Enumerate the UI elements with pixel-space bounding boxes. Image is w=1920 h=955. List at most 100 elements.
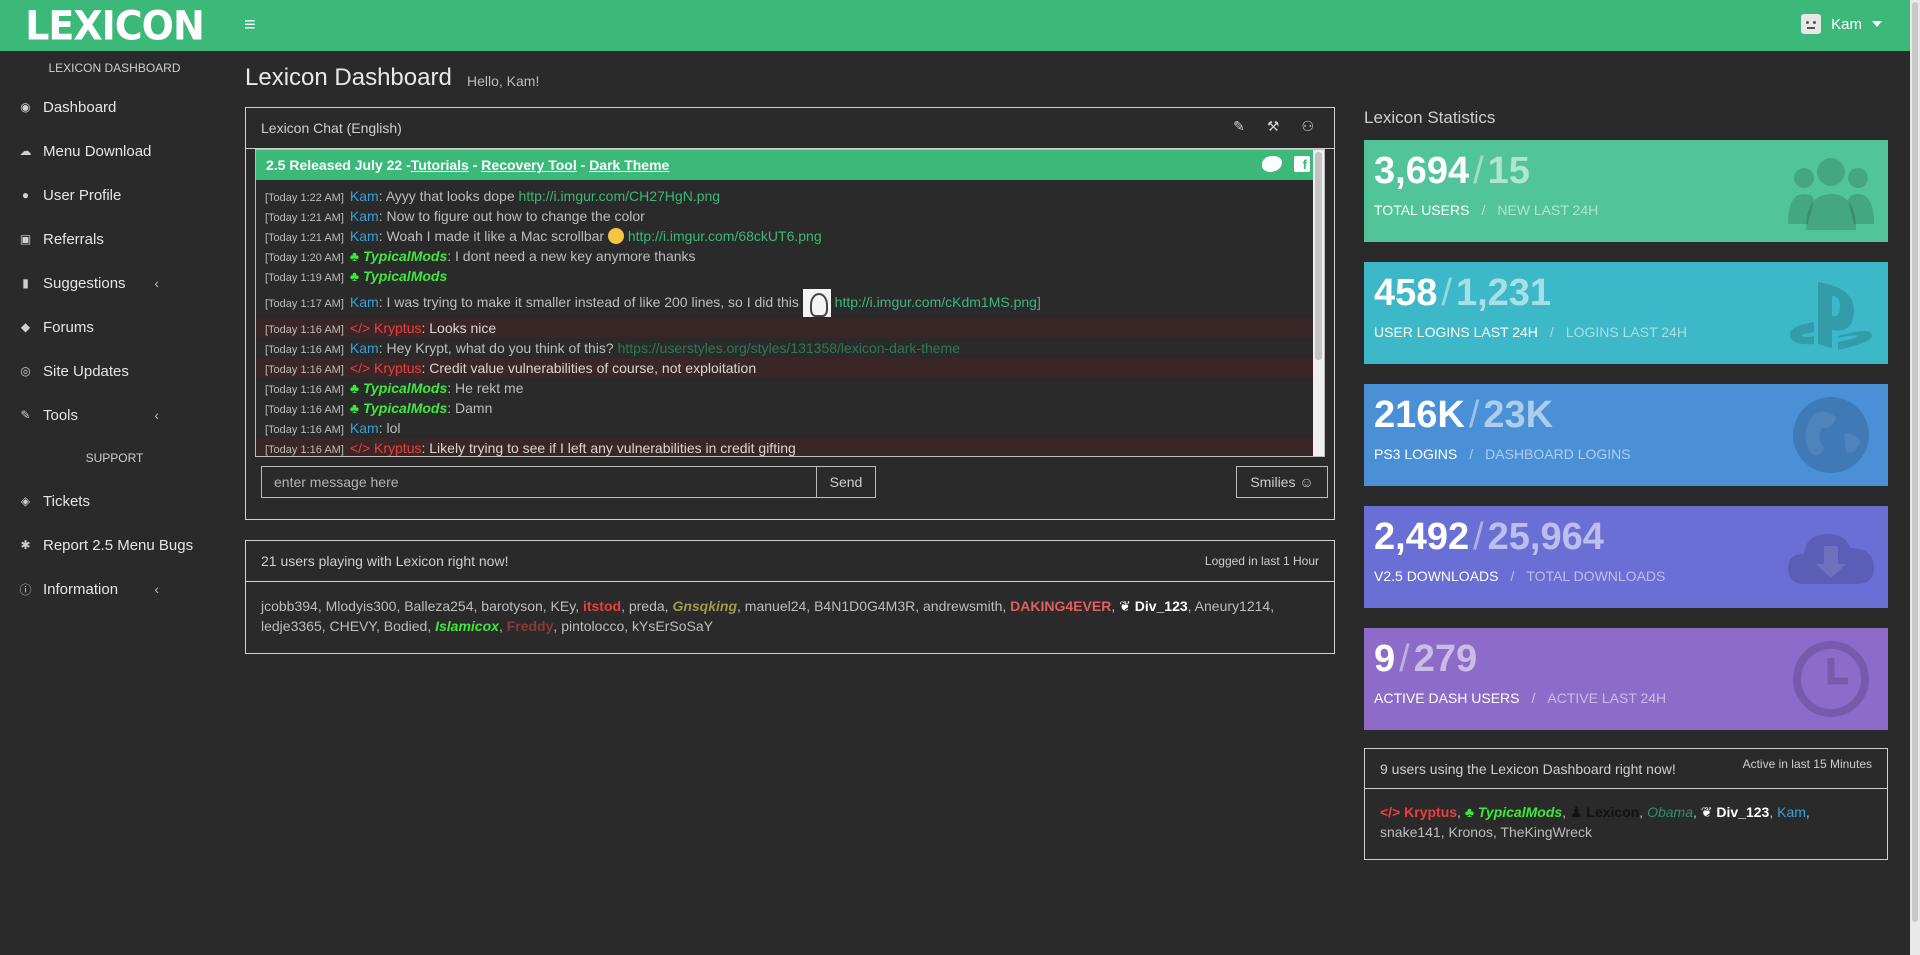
tutorials-link[interactable]: Tutorials [411,157,469,173]
user-link[interactable]: KEy [551,598,576,614]
sidebar-item-dashboard[interactable]: ◉ Dashboard [0,85,229,129]
chat-scrollbar[interactable] [1313,150,1324,456]
dashboard-online-title: 9 users using the Lexicon Dashboard righ… [1380,760,1676,777]
user-link[interactable]: ❦ Div_123 [1119,598,1188,614]
user-link[interactable]: snake141 [1380,824,1441,840]
message-author[interactable]: </> Kryptus [350,360,422,376]
user-link[interactable]: manuel24 [745,598,807,614]
sidebar-item-user-profile[interactable]: ● User Profile [0,173,229,217]
sidebar-item-label: Menu Download [43,142,152,160]
smilies-button[interactable]: Smilies ☺ [1236,466,1328,498]
bug-icon: ✱ [20,538,31,552]
user-link[interactable]: Kronos [1449,824,1493,840]
user-link[interactable]: Mlodyis300 [326,598,397,614]
sidebar-item-label: Tickets [43,492,90,510]
message-timestamp: [Today 1:16 AM] [265,424,344,436]
user-link[interactable]: Obama [1647,804,1693,820]
sidebar-item-referrals[interactable]: ▣ Referrals [0,217,229,261]
user-link[interactable]: DAKING4EVER [1010,598,1111,614]
facebook-icon[interactable]: f [1294,156,1310,172]
page-scrollbar[interactable] [1910,0,1920,955]
user-link[interactable]: ❦ Div_123 [1701,804,1770,820]
dashboard-online-panel: 9 users using the Lexicon Dashboard righ… [1364,748,1888,860]
message-author[interactable]: ♣ TypicalMods [350,400,447,416]
user-link[interactable]: Islamicox [435,618,499,634]
users-playing-header: 21 users playing with Lexicon right now!… [246,541,1334,582]
users-playing-title: 21 users playing with Lexicon right now! [261,553,509,569]
stat-secondary-label: DASHBOARD LOGINS [1485,446,1631,462]
message-author[interactable]: </> Kryptus [350,440,422,456]
user-link[interactable]: ledje3365 [261,618,322,634]
message-author[interactable]: </> Kryptus [350,320,422,336]
message-author[interactable]: Kam [350,294,379,310]
sidebar-item-tools[interactable]: ✎ Tools ‹ [0,393,229,437]
user-menu[interactable]: Kam [1801,14,1882,34]
user-link[interactable]: Bodied [384,618,428,634]
sidebar-item-report-2-5-menu-bugs[interactable]: ✱ Report 2.5 Menu Bugs [0,523,229,567]
message-link[interactable]: http://i.imgur.com/68ckUT6.png [628,228,822,244]
users-icon[interactable]: ⚇ [1301,118,1314,135]
user-link[interactable]: B4N1D0G4M3R [814,598,915,614]
user-link[interactable]: andrewsmith [923,598,1002,614]
dark-theme-link[interactable]: Dark Theme [589,157,669,173]
user-link[interactable]: </> Kryptus [1380,804,1457,820]
message-author[interactable]: Kam [350,420,379,436]
stat-divider: / [1468,394,1480,436]
user-link[interactable]: Aneury1214 [1195,598,1271,614]
user-link[interactable]: ♣ TypicalMods [1465,804,1562,820]
message-text: : lol [378,420,401,436]
sidebar-item-information[interactable]: ⓘ Information ‹ [0,567,229,611]
message-author[interactable]: Kam [350,228,379,244]
user-link[interactable]: Freddy [507,618,554,634]
chat-message: [Today 1:16 AM] ♣ TypicalMods: Damn [256,398,1324,418]
magic-wand-icon[interactable]: ✎ [1233,118,1245,135]
chat-message: [Today 1:16 AM] </> Kryptus: Looks nice [256,318,1324,338]
gavel-icon[interactable]: ⚒ [1267,118,1280,135]
chat-message: [Today 1:16 AM] Kam: Hey Krypt, what do y… [256,338,1324,358]
user-link[interactable]: jcobb394 [261,598,318,614]
sidebar-item-forums[interactable]: ◆ Forums [0,305,229,349]
chat-message: [Today 1:16 AM] Kam: lol [256,418,1324,438]
message-timestamp: [Today 1:16 AM] [265,384,344,396]
user-link[interactable]: pintolocco [561,618,624,634]
sidebar-item-tickets[interactable]: ◈ Tickets [0,479,229,523]
stat-divider: / [1441,272,1452,314]
sidebar-item-suggestions[interactable]: ▮ Suggestions ‹ [0,261,229,305]
stat-values: 3,694/15 [1374,150,1530,193]
twitter-icon[interactable] [1262,156,1282,172]
message-link[interactable]: http://i.imgur.com/cKdm1MS.png] [835,294,1041,310]
user-link[interactable]: ♟ Lexicon [1570,804,1639,820]
message-link[interactable]: https://userstyles.org/styles/131358/lex… [618,340,960,356]
user-icon: ● [21,188,30,202]
chat-message: [Today 1:21 AM] Kam: Now to figure out ho… [256,206,1324,226]
user-link[interactable]: barotyson [481,598,542,614]
user-link[interactable]: Kam [1777,804,1806,820]
message-author[interactable]: Kam [350,340,379,356]
message-author[interactable]: ♣ TypicalMods [350,248,447,264]
user-link[interactable]: itstod [583,598,621,614]
sidebar-item-site-updates[interactable]: ◎ Site Updates [0,349,229,393]
recovery-tool-link[interactable]: Recovery Tool [481,157,576,173]
user-link[interactable]: Gnsqking [672,598,737,614]
message-link[interactable]: http://i.imgur.com/CH27HgN.png [519,188,721,204]
stat-values: 458/1,231 [1374,272,1551,315]
message-author[interactable]: ♣ TypicalMods [350,380,447,396]
sidebar-item-menu-download[interactable]: ☁ Menu Download [0,129,229,173]
message-author[interactable]: Kam [350,208,379,224]
stat-values: 2,492/25,964 [1374,516,1604,559]
stat-card: 3,694/15 TOTAL USERS / NEW LAST 24H [1364,140,1888,242]
send-button[interactable]: Send [816,466,876,498]
user-link[interactable]: preda [629,598,665,614]
user-link[interactable]: TheKingWreck [1500,824,1592,840]
chat-message-input[interactable] [261,466,817,498]
lexicon-logo[interactable]: LEXICON [0,0,229,51]
sidebar-toggle-icon[interactable]: ≡ [244,14,256,36]
inline-image[interactable] [802,289,831,318]
stat-card: 458/1,231 USER LOGINS LAST 24H / LOGINS LAS… [1364,262,1888,364]
user-link[interactable]: CHEVY [330,618,376,634]
message-author[interactable]: Kam [350,188,379,204]
sidebar-item-label: Forums [43,318,94,336]
user-link[interactable]: Balleza254 [404,598,473,614]
message-author[interactable]: ♣ TypicalMods [350,268,447,284]
user-link[interactable]: kYsErSoSaY [632,618,713,634]
